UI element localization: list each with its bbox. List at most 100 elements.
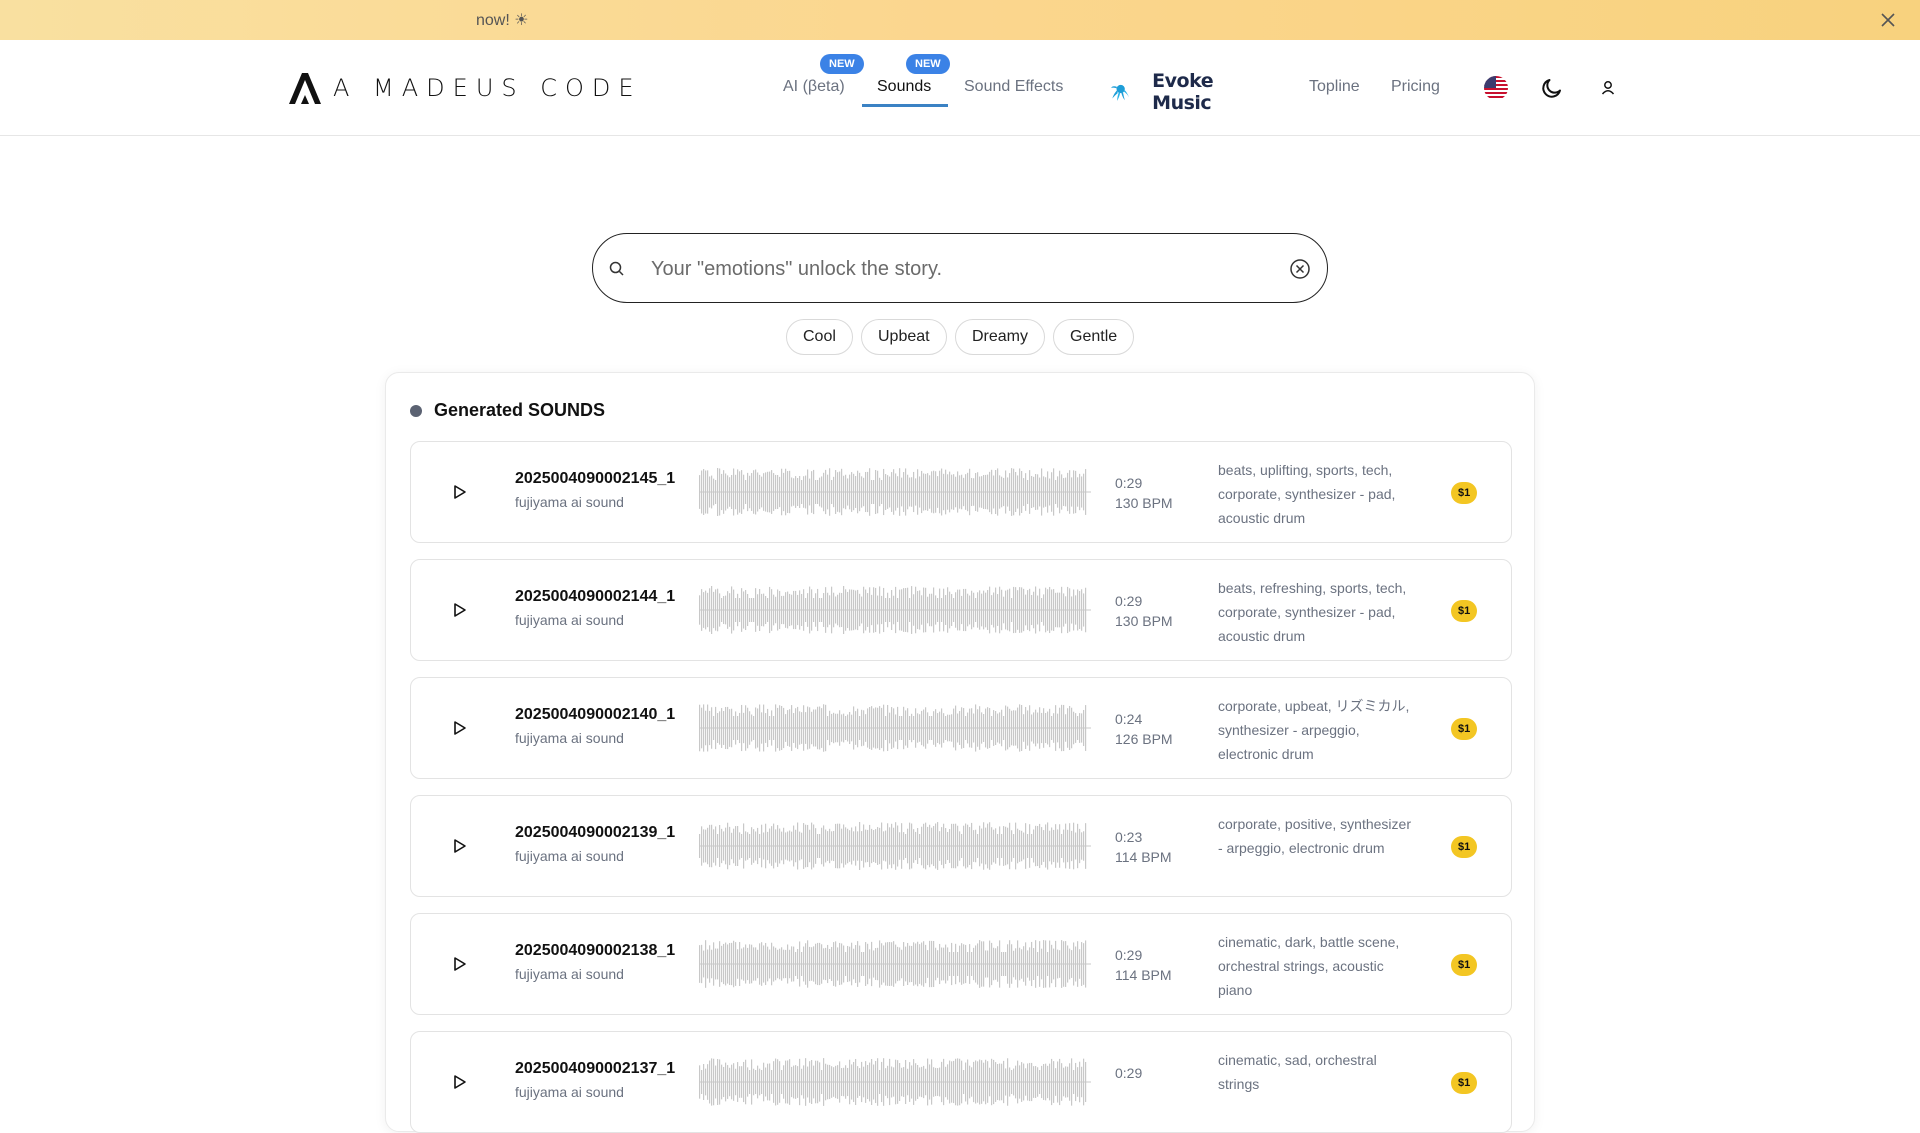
waveform-bar — [889, 476, 891, 508]
search-input[interactable] — [651, 252, 1251, 286]
moon-icon[interactable] — [1540, 76, 1564, 100]
waveform-bar — [1001, 952, 1003, 976]
nav-sound-effects[interactable]: Sound Effects — [964, 78, 1063, 96]
track-tags: cinematic, sad, orchestral strings — [1218, 1052, 1377, 1092]
waveform-bar — [775, 829, 777, 863]
waveform-bar — [845, 827, 847, 865]
price-badge[interactable]: $1 — [1451, 836, 1478, 858]
chip-gentle[interactable]: Gentle — [1053, 319, 1135, 355]
waveform-bar — [763, 473, 765, 511]
waveform-bar — [945, 1066, 947, 1098]
waveform-bar — [969, 827, 971, 865]
waveform-bar — [965, 588, 967, 632]
us-flag-icon[interactable] — [1484, 76, 1508, 100]
waveform-bar — [843, 1067, 845, 1097]
waveform-bar — [1025, 1068, 1027, 1096]
waveform-bar — [833, 1067, 835, 1097]
waveform-bar — [1047, 822, 1049, 870]
logo[interactable]: A MADEUS CODE — [287, 70, 642, 106]
price-badge[interactable]: $1 — [1451, 718, 1478, 740]
waveform-bar — [937, 598, 939, 622]
waveform-bar — [1053, 948, 1055, 980]
track-name[interactable]: 2025004090002140_1 — [515, 706, 675, 724]
play-icon[interactable] — [449, 718, 469, 738]
play-icon[interactable] — [449, 836, 469, 856]
nav-evoke-music[interactable]: Evoke Music — [1110, 70, 1227, 114]
waveform-bar — [743, 1061, 745, 1103]
track-name[interactable]: 2025004090002144_1 — [515, 588, 675, 606]
clear-circle-icon[interactable] — [1289, 258, 1311, 280]
waveform-bar — [1067, 472, 1069, 512]
price-badge[interactable]: $1 — [1451, 482, 1478, 504]
waveform-bar — [1033, 947, 1035, 981]
waveform-bar — [929, 475, 931, 509]
waveform-bar — [957, 1058, 959, 1106]
play-icon[interactable] — [449, 482, 469, 502]
waveform[interactable] — [699, 584, 1091, 636]
track-row[interactable]: 2025004090002144_1 fujiyama ai sound 0:2… — [410, 559, 1512, 661]
waveform-bar — [999, 586, 1001, 634]
track-name[interactable]: 2025004090002139_1 — [515, 824, 675, 842]
nav-ai-beta[interactable]: AI (βeta) — [783, 78, 845, 96]
waveform-bar — [701, 470, 703, 514]
waveform[interactable] — [699, 1056, 1091, 1108]
track-name[interactable]: 2025004090002138_1 — [515, 942, 675, 960]
track-name[interactable]: 2025004090002145_1 — [515, 470, 675, 488]
waveform-bar — [929, 716, 931, 740]
waveform-bar — [875, 948, 877, 980]
waveform[interactable] — [699, 820, 1091, 872]
waveform-bar — [761, 1070, 763, 1094]
waveform-bar — [779, 705, 781, 751]
waveform-bar — [1079, 949, 1081, 979]
nav-sounds[interactable]: Sounds — [877, 78, 931, 96]
waveform-bar — [841, 943, 843, 985]
track-name[interactable]: 2025004090002137_1 — [515, 1060, 675, 1078]
track-row[interactable]: 2025004090002137_1 fujiyama ai sound 0:2… — [410, 1031, 1512, 1133]
chip-upbeat[interactable]: Upbeat — [861, 319, 947, 355]
waveform-bar — [799, 1058, 801, 1106]
track-row[interactable]: 2025004090002145_1 fujiyama ai sound 0:2… — [410, 441, 1512, 543]
waveform-bar — [1045, 587, 1047, 633]
waveform[interactable] — [699, 938, 1091, 990]
waveform-bar — [895, 1059, 897, 1105]
track-artist: fujiyama ai sound — [515, 1084, 624, 1100]
waveform[interactable] — [699, 466, 1091, 518]
play-icon[interactable] — [449, 1072, 469, 1092]
price-badge[interactable]: $1 — [1451, 954, 1478, 976]
waveform-bar — [891, 707, 893, 749]
price-badge[interactable]: $1 — [1451, 600, 1478, 622]
chip-dreamy[interactable]: Dreamy — [955, 319, 1046, 355]
waveform-bar — [813, 946, 815, 982]
waveform-bar — [1043, 830, 1045, 862]
chip-cool[interactable]: Cool — [786, 319, 853, 355]
track-row[interactable]: 2025004090002140_1 fujiyama ai sound 0:2… — [410, 677, 1512, 779]
waveform-bar — [735, 598, 737, 622]
track-row[interactable]: 2025004090002139_1 fujiyama ai sound 0:2… — [410, 795, 1512, 897]
waveform[interactable] — [699, 702, 1091, 754]
waveform-bar — [757, 827, 759, 865]
waveform-bar — [1037, 474, 1039, 510]
user-icon[interactable] — [1598, 78, 1618, 98]
nav-pricing[interactable]: Pricing — [1391, 78, 1440, 96]
waveform-bar — [731, 474, 733, 510]
waveform-bar — [711, 475, 713, 509]
nav-topline[interactable]: Topline — [1309, 78, 1360, 96]
waveform-bar — [1077, 1067, 1079, 1097]
waveform-bar — [875, 707, 877, 749]
waveform-bar — [725, 1062, 727, 1102]
waveform-bar — [1059, 592, 1061, 628]
waveform-bar — [1045, 940, 1047, 988]
waveform-bar — [925, 1068, 927, 1096]
waveform-bar — [935, 709, 937, 747]
waveform-bar — [801, 832, 803, 860]
play-icon[interactable] — [449, 954, 469, 974]
waveform-bar — [1001, 834, 1003, 858]
track-row[interactable]: 2025004090002138_1 fujiyama ai sound 0:2… — [410, 913, 1512, 1015]
waveform-bar — [1069, 823, 1071, 869]
price-badge[interactable]: $1 — [1451, 1072, 1478, 1094]
panel-title: Generated SOUNDS — [410, 400, 605, 421]
close-icon[interactable] — [1878, 10, 1898, 30]
play-icon[interactable] — [449, 600, 469, 620]
waveform-bar — [1029, 705, 1031, 751]
waveform-bar — [707, 827, 709, 865]
